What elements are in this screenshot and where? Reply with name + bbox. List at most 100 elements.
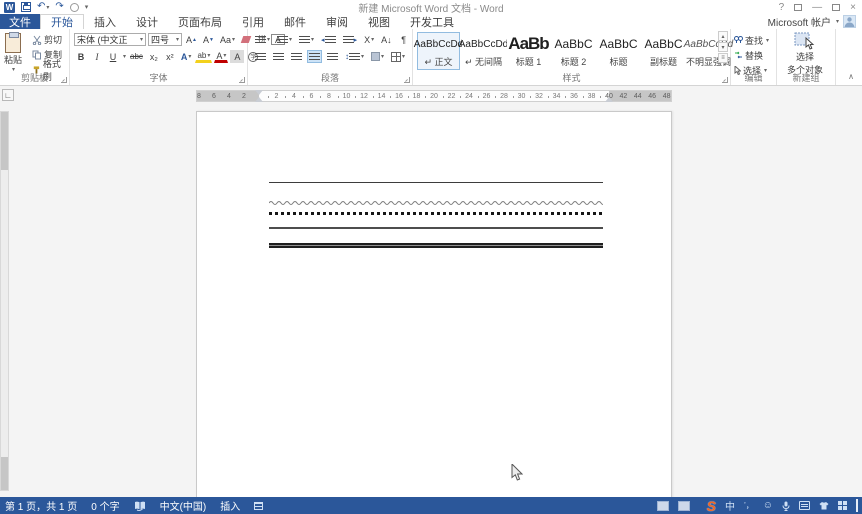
insert-mode-indicator[interactable]: 插入 <box>220 498 240 513</box>
redo-icon[interactable]: ↷ <box>55 2 63 12</box>
borders-button[interactable]: ▾ <box>389 50 407 63</box>
replace-button[interactable]: 替换 <box>734 49 769 61</box>
sogou-ime-icon[interactable]: S <box>707 498 716 514</box>
clipboard-dialog-launcher[interactable] <box>61 77 67 83</box>
dotted-line[interactable] <box>269 212 603 215</box>
minimize-icon[interactable]: — <box>812 2 822 13</box>
grow-font-button[interactable]: A▲ <box>184 33 199 46</box>
ime-toolbox-icon[interactable] <box>838 501 847 510</box>
styles-dialog-launcher[interactable] <box>722 77 728 83</box>
align-right-button[interactable] <box>289 50 304 63</box>
proofing-icon[interactable] <box>134 501 146 511</box>
text-effects-button[interactable]: A▾ <box>179 50 194 63</box>
styles-scroll-up-icon[interactable]: ▴ <box>718 31 728 41</box>
styles-scroll-down-icon[interactable]: ▾ <box>718 42 728 52</box>
first-line-indent-marker[interactable] <box>255 90 263 95</box>
highlight-color-button[interactable]: ab▾ <box>195 51 212 63</box>
undo-icon[interactable]: ↶▾ <box>37 2 49 13</box>
paragraph-dialog-launcher[interactable] <box>404 77 410 83</box>
collapse-ribbon-icon[interactable]: ∧ <box>848 72 854 81</box>
language-indicator[interactable]: 中文(中国) <box>160 498 207 513</box>
bold-button[interactable]: B <box>74 50 88 63</box>
superscript-button[interactable]: x² <box>163 50 177 63</box>
font-color-button[interactable]: A▾ <box>214 51 228 63</box>
font-name-combo[interactable]: 宋体 (中文正▾ <box>74 33 146 46</box>
thick-double-line[interactable] <box>269 243 603 248</box>
tab-0-开始[interactable]: 开始 <box>40 14 84 29</box>
medium-solid-line[interactable] <box>269 227 603 229</box>
save-icon[interactable] <box>21 2 31 12</box>
subscript-button[interactable]: x₂ <box>147 50 161 63</box>
page-indicator[interactable]: 第 1 页，共 1 页 <box>5 498 77 513</box>
vertical-ruler[interactable] <box>0 111 9 491</box>
numbering-button[interactable]: ▾ <box>275 33 294 46</box>
change-case-button[interactable]: Aa▾ <box>218 33 237 46</box>
select-multiple-objects-button[interactable]: 选择 多个对象 <box>787 32 823 76</box>
ime-emoji-icon[interactable]: ☺ <box>763 500 773 511</box>
show-hide-marks-button[interactable]: ¶ <box>397 33 411 46</box>
align-center-button[interactable] <box>271 50 286 63</box>
multilevel-list-button[interactable]: ▾ <box>297 33 316 46</box>
word-count[interactable]: 0 个字 <box>91 498 119 513</box>
ime-bar-grip[interactable] <box>856 499 858 512</box>
ime-voice-icon[interactable] <box>782 501 790 511</box>
character-shading-button[interactable]: A <box>230 50 244 63</box>
tab-4-引用[interactable]: 引用 <box>232 14 274 29</box>
wavy-line[interactable] <box>269 196 603 202</box>
close-icon[interactable]: × <box>850 2 856 13</box>
tab-2-设计[interactable]: 设计 <box>126 14 168 29</box>
horizontal-ruler[interactable]: 8642246810121416182022242628303234363840… <box>196 90 672 102</box>
style-card-副标题[interactable]: AaBbC副标题 <box>642 32 685 70</box>
style-card-标题[interactable]: AaBbC标题 <box>597 32 640 70</box>
read-mode-view-icon[interactable] <box>657 501 669 511</box>
ime-keyboard-icon[interactable] <box>799 501 810 510</box>
align-left-button[interactable] <box>253 50 268 63</box>
style-card-标题 2[interactable]: AaBbC标题 2 <box>552 32 595 70</box>
help-icon[interactable]: ? <box>779 2 785 13</box>
find-button[interactable]: 查找▾ <box>734 34 769 46</box>
style-card-正文[interactable]: AaBbCcDd↵ 正文 <box>417 32 460 70</box>
align-right-icon <box>291 53 302 61</box>
style-card-标题 1[interactable]: AaBb标题 1 <box>507 32 550 70</box>
ime-punctuation-toggle[interactable]: ’， <box>744 500 754 511</box>
hanging-indent-marker[interactable] <box>255 97 263 102</box>
italic-button[interactable]: I <box>90 50 104 63</box>
strikethrough-button[interactable]: abc <box>128 50 145 63</box>
thin-solid-line[interactable] <box>269 182 603 183</box>
paste-button[interactable]: 粘贴 ▾ <box>4 33 22 73</box>
ime-language-toggle[interactable]: 中 <box>725 498 735 513</box>
ime-skin-icon[interactable] <box>819 501 829 510</box>
justify-button[interactable] <box>307 50 322 63</box>
asian-layout-button[interactable]: X▾ <box>362 33 376 46</box>
font-size-combo[interactable]: 四号▾ <box>148 33 182 46</box>
tab-8-开发工具[interactable]: 开发工具 <box>400 14 464 29</box>
macro-record-icon[interactable] <box>254 502 263 510</box>
styles-more-icon[interactable]: ≡ <box>718 53 728 63</box>
document-page[interactable] <box>196 111 672 497</box>
shrink-font-button[interactable]: A▼ <box>201 33 216 46</box>
shading-button[interactable]: ▾ <box>369 50 386 63</box>
tab-file[interactable]: 文件 <box>0 14 40 29</box>
distribute-button[interactable] <box>325 50 340 63</box>
bullets-button[interactable]: ▾ <box>253 33 272 46</box>
sort-button[interactable]: A↓ <box>379 33 394 46</box>
font-dialog-launcher[interactable] <box>239 77 245 83</box>
cut-button[interactable]: 剪切 <box>30 33 69 46</box>
decrease-indent-button[interactable]: ◂ <box>319 33 338 46</box>
tab-stop-selector[interactable]: ∟ <box>2 89 14 101</box>
restore-icon[interactable] <box>832 4 840 11</box>
style-card-无间隔[interactable]: AaBbCcDd↵ 无间隔 <box>462 32 505 70</box>
ribbon-display-options-icon[interactable] <box>794 4 802 11</box>
print-layout-view-icon[interactable] <box>678 501 690 511</box>
tab-1-插入[interactable]: 插入 <box>84 14 126 29</box>
line-spacing-button[interactable]: ↕▾ <box>343 50 366 63</box>
increase-indent-button[interactable]: ▸ <box>341 33 360 46</box>
customize-qat-icon[interactable]: ▾ <box>85 3 89 11</box>
tab-6-审阅[interactable]: 审阅 <box>316 14 358 29</box>
tab-5-邮件[interactable]: 邮件 <box>274 14 316 29</box>
tab-7-视图[interactable]: 视图 <box>358 14 400 29</box>
touch-mode-icon[interactable] <box>70 3 79 12</box>
tab-3-页面布局[interactable]: 页面布局 <box>168 14 232 29</box>
account-area[interactable]: Microsoft 帐户 ▾ <box>768 14 862 29</box>
underline-button[interactable]: U <box>106 50 120 63</box>
